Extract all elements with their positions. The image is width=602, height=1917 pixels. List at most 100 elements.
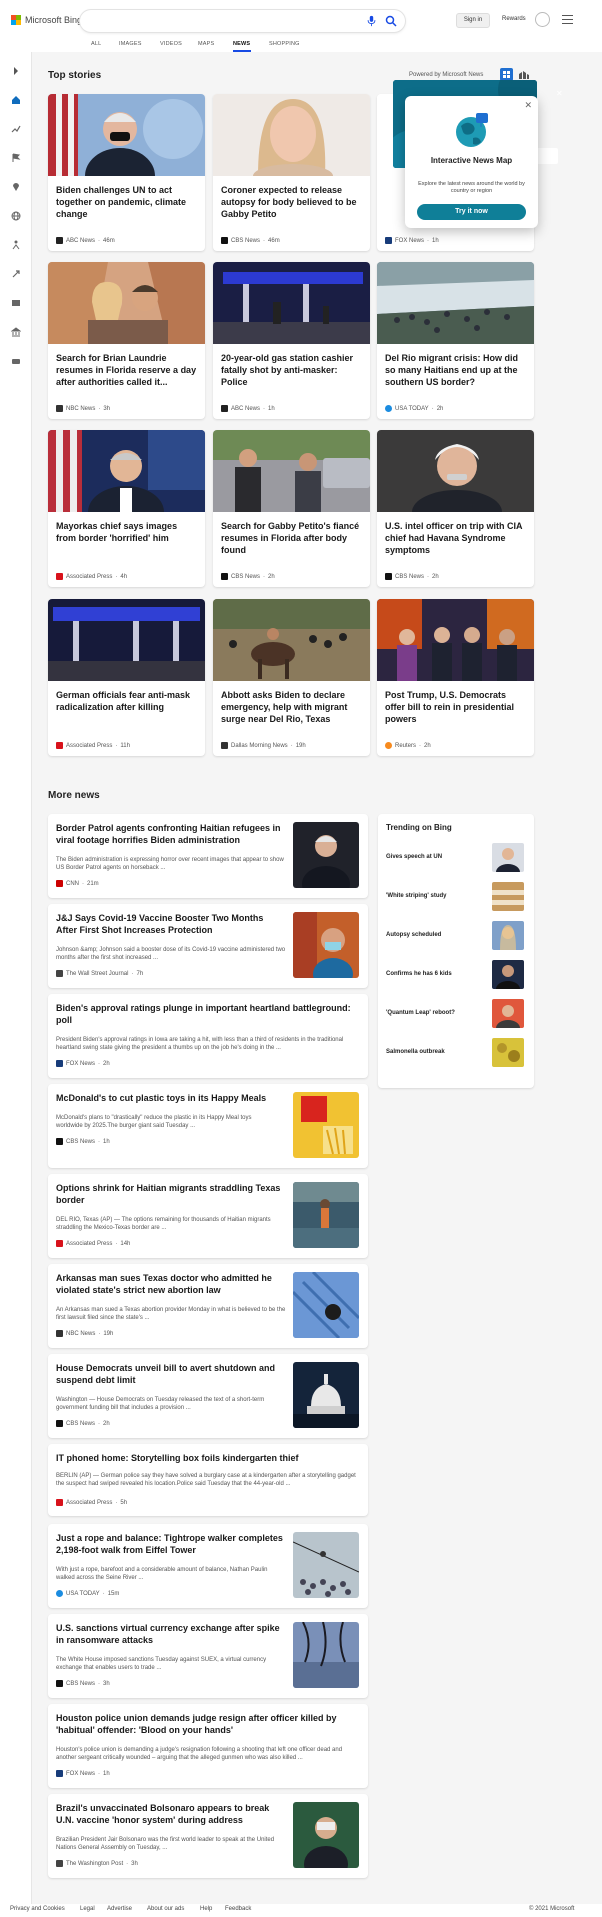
search-input[interactable] xyxy=(90,14,340,28)
nav-all[interactable]: ALL xyxy=(91,41,101,47)
news-title[interactable]: Border Patrol agents confronting Haitian… xyxy=(56,822,286,846)
trending-thumbnail[interactable] xyxy=(492,960,524,989)
story-source: CBS News · 2h xyxy=(221,573,275,580)
story-card[interactable]: Mayorkas chief says images from border '… xyxy=(48,430,205,587)
promo-close-icon[interactable]: ✕ xyxy=(556,89,563,98)
entertainment-icon[interactable] xyxy=(11,298,21,308)
story-card[interactable]: 20-year-old gas station cashier fatally … xyxy=(213,262,370,419)
news-title[interactable]: House Democrats unveil bill to avert shu… xyxy=(56,1362,286,1386)
nav-maps[interactable]: MAPS xyxy=(198,41,214,47)
associated-press-icon xyxy=(56,742,63,749)
news-title[interactable]: J&J Says Covid-19 Vaccine Booster Two Mo… xyxy=(56,912,286,936)
news-item[interactable]: Options shrink for Haitian migrants stra… xyxy=(48,1174,368,1258)
news-item[interactable]: Just a rope and balance: Tightrope walke… xyxy=(48,1524,368,1608)
cbs-news-icon xyxy=(221,573,228,580)
trending-thumbnail[interactable] xyxy=(492,999,524,1028)
trending-item[interactable]: Salmonella outbreak xyxy=(386,1049,445,1055)
sign-in-button[interactable]: Sign in xyxy=(456,13,490,28)
footer-help-link[interactable]: Help xyxy=(200,1906,212,1912)
sports-icon[interactable] xyxy=(11,240,21,250)
popup-close-icon[interactable]: ✕ xyxy=(524,100,532,111)
news-title[interactable]: Options shrink for Haitian migrants stra… xyxy=(56,1182,286,1206)
globe-icon[interactable] xyxy=(11,211,21,221)
story-title[interactable]: Coroner expected to release autopsy for … xyxy=(221,184,363,220)
story-title[interactable]: Del Rio migrant crisis: How did so many … xyxy=(385,352,527,388)
try-it-now-button[interactable]: Try it now xyxy=(417,204,526,220)
nav-news[interactable]: NEWS xyxy=(233,41,250,47)
story-title[interactable]: U.S. intel officer on trip with CIA chie… xyxy=(385,520,527,556)
news-thumbnail xyxy=(293,1272,359,1338)
nav-images[interactable]: IMAGES xyxy=(119,41,142,47)
story-title[interactable]: Post Trump, U.S. Democrats offer bill to… xyxy=(385,689,527,725)
story-title[interactable]: 20-year-old gas station cashier fatally … xyxy=(221,352,363,388)
expand-icon[interactable] xyxy=(11,66,21,76)
trending-item[interactable]: 'White striping' study xyxy=(386,893,447,899)
microphone-icon[interactable] xyxy=(366,15,377,27)
news-item[interactable]: Border Patrol agents confronting Haitian… xyxy=(48,814,368,898)
news-item[interactable]: J&J Says Covid-19 Vaccine Booster Two Mo… xyxy=(48,904,368,988)
news-item[interactable]: IT phoned home: Storytelling box foils k… xyxy=(48,1444,368,1516)
nav-videos[interactable]: VIDEOS xyxy=(160,41,182,47)
flag-icon[interactable] xyxy=(11,153,21,163)
search-box[interactable] xyxy=(80,10,405,32)
money-icon[interactable] xyxy=(11,356,21,366)
story-title[interactable]: German officials fear anti-mask radicali… xyxy=(56,689,198,713)
science-icon[interactable] xyxy=(11,269,21,279)
home-icon[interactable] xyxy=(11,95,21,105)
trending-thumbnail[interactable] xyxy=(492,1038,524,1067)
footer-privacy-link[interactable]: Privacy and Cookies xyxy=(10,1906,65,1912)
trending-item[interactable]: Gives speech at UN xyxy=(386,854,442,860)
news-item[interactable]: McDonald's to cut plastic toys in its Ha… xyxy=(48,1084,368,1168)
politics-icon[interactable] xyxy=(11,327,21,337)
trending-item[interactable]: Autopsy scheduled xyxy=(386,932,441,938)
news-title[interactable]: Houston police union demands judge resig… xyxy=(56,1712,356,1736)
news-title[interactable]: Arkansas man sues Texas doctor who admit… xyxy=(56,1272,286,1296)
news-item[interactable]: U.S. sanctions virtual currency exchange… xyxy=(48,1614,368,1698)
story-title[interactable]: Mayorkas chief says images from border '… xyxy=(56,520,198,544)
story-source: ABC News · 1h xyxy=(221,405,275,412)
story-card[interactable]: Post Trump, U.S. Democrats offer bill to… xyxy=(377,599,534,756)
story-card[interactable]: Del Rio migrant crisis: How did so many … xyxy=(377,262,534,419)
trending-thumbnail[interactable] xyxy=(492,921,524,950)
trending-thumbnail[interactable] xyxy=(492,882,524,911)
trending-item[interactable]: 'Quantum Leap' reboot? xyxy=(386,1010,455,1016)
rewards-medal-icon[interactable] xyxy=(535,12,550,27)
menu-icon[interactable] xyxy=(562,15,573,24)
story-card[interactable]: Abbott asks Biden to declare emergency, … xyxy=(213,599,370,756)
trending-item[interactable]: Confirms he has 6 kids xyxy=(386,971,452,977)
footer-about-ads-link[interactable]: About our ads xyxy=(147,1906,184,1912)
nav-shopping[interactable]: SHOPPING xyxy=(269,41,300,47)
news-title[interactable]: Brazil's unvaccinated Bolsonaro appears … xyxy=(56,1802,286,1826)
news-title[interactable]: McDonald's to cut plastic toys in its Ha… xyxy=(56,1092,286,1104)
bing-logo[interactable]: Microsoft Bing xyxy=(11,15,82,25)
story-card[interactable]: Biden challenges UN to act together on p… xyxy=(48,94,205,251)
story-title[interactable]: Search for Brian Laundrie resumes in Flo… xyxy=(56,352,198,388)
news-item[interactable]: Biden's approval ratings plunge in impor… xyxy=(48,994,368,1078)
story-title[interactable]: Biden challenges UN to act together on p… xyxy=(56,184,198,220)
news-source: The Wall Street Journal · 7h xyxy=(56,970,143,977)
search-icon[interactable] xyxy=(385,15,397,27)
location-icon[interactable] xyxy=(11,182,21,192)
footer-legal-link[interactable]: Legal xyxy=(80,1906,95,1912)
trending-icon[interactable] xyxy=(11,124,21,134)
news-item[interactable]: Houston police union demands judge resig… xyxy=(48,1704,368,1788)
story-card[interactable]: Search for Brian Laundrie resumes in Flo… xyxy=(48,262,205,419)
story-card[interactable]: U.S. intel officer on trip with CIA chie… xyxy=(377,430,534,587)
news-item[interactable]: Arkansas man sues Texas doctor who admit… xyxy=(48,1264,368,1348)
footer-feedback-link[interactable]: Feedback xyxy=(225,1906,251,1912)
news-title[interactable]: IT phoned home: Storytelling box foils k… xyxy=(56,1452,356,1464)
story-card[interactable]: Search for Gabby Petito's fiancé resumes… xyxy=(213,430,370,587)
rewards-link[interactable]: Rewards xyxy=(502,16,526,22)
story-card[interactable]: German officials fear anti-mask radicali… xyxy=(48,599,205,756)
popup-description: Explore the latest news around the world… xyxy=(418,181,525,194)
news-title[interactable]: Biden's approval ratings plunge in impor… xyxy=(56,1002,356,1026)
trending-thumbnail[interactable] xyxy=(492,843,524,872)
story-title[interactable]: Abbott asks Biden to declare emergency, … xyxy=(221,689,363,725)
story-title[interactable]: Search for Gabby Petito's fiancé resumes… xyxy=(221,520,363,556)
news-item[interactable]: House Democrats unveil bill to avert shu… xyxy=(48,1354,368,1438)
news-title[interactable]: U.S. sanctions virtual currency exchange… xyxy=(56,1622,286,1646)
news-item[interactable]: Brazil's unvaccinated Bolsonaro appears … xyxy=(48,1794,368,1878)
story-card[interactable]: Coroner expected to release autopsy for … xyxy=(213,94,370,251)
footer-advertise-link[interactable]: Advertise xyxy=(107,1906,132,1912)
news-title[interactable]: Just a rope and balance: Tightrope walke… xyxy=(56,1532,286,1556)
